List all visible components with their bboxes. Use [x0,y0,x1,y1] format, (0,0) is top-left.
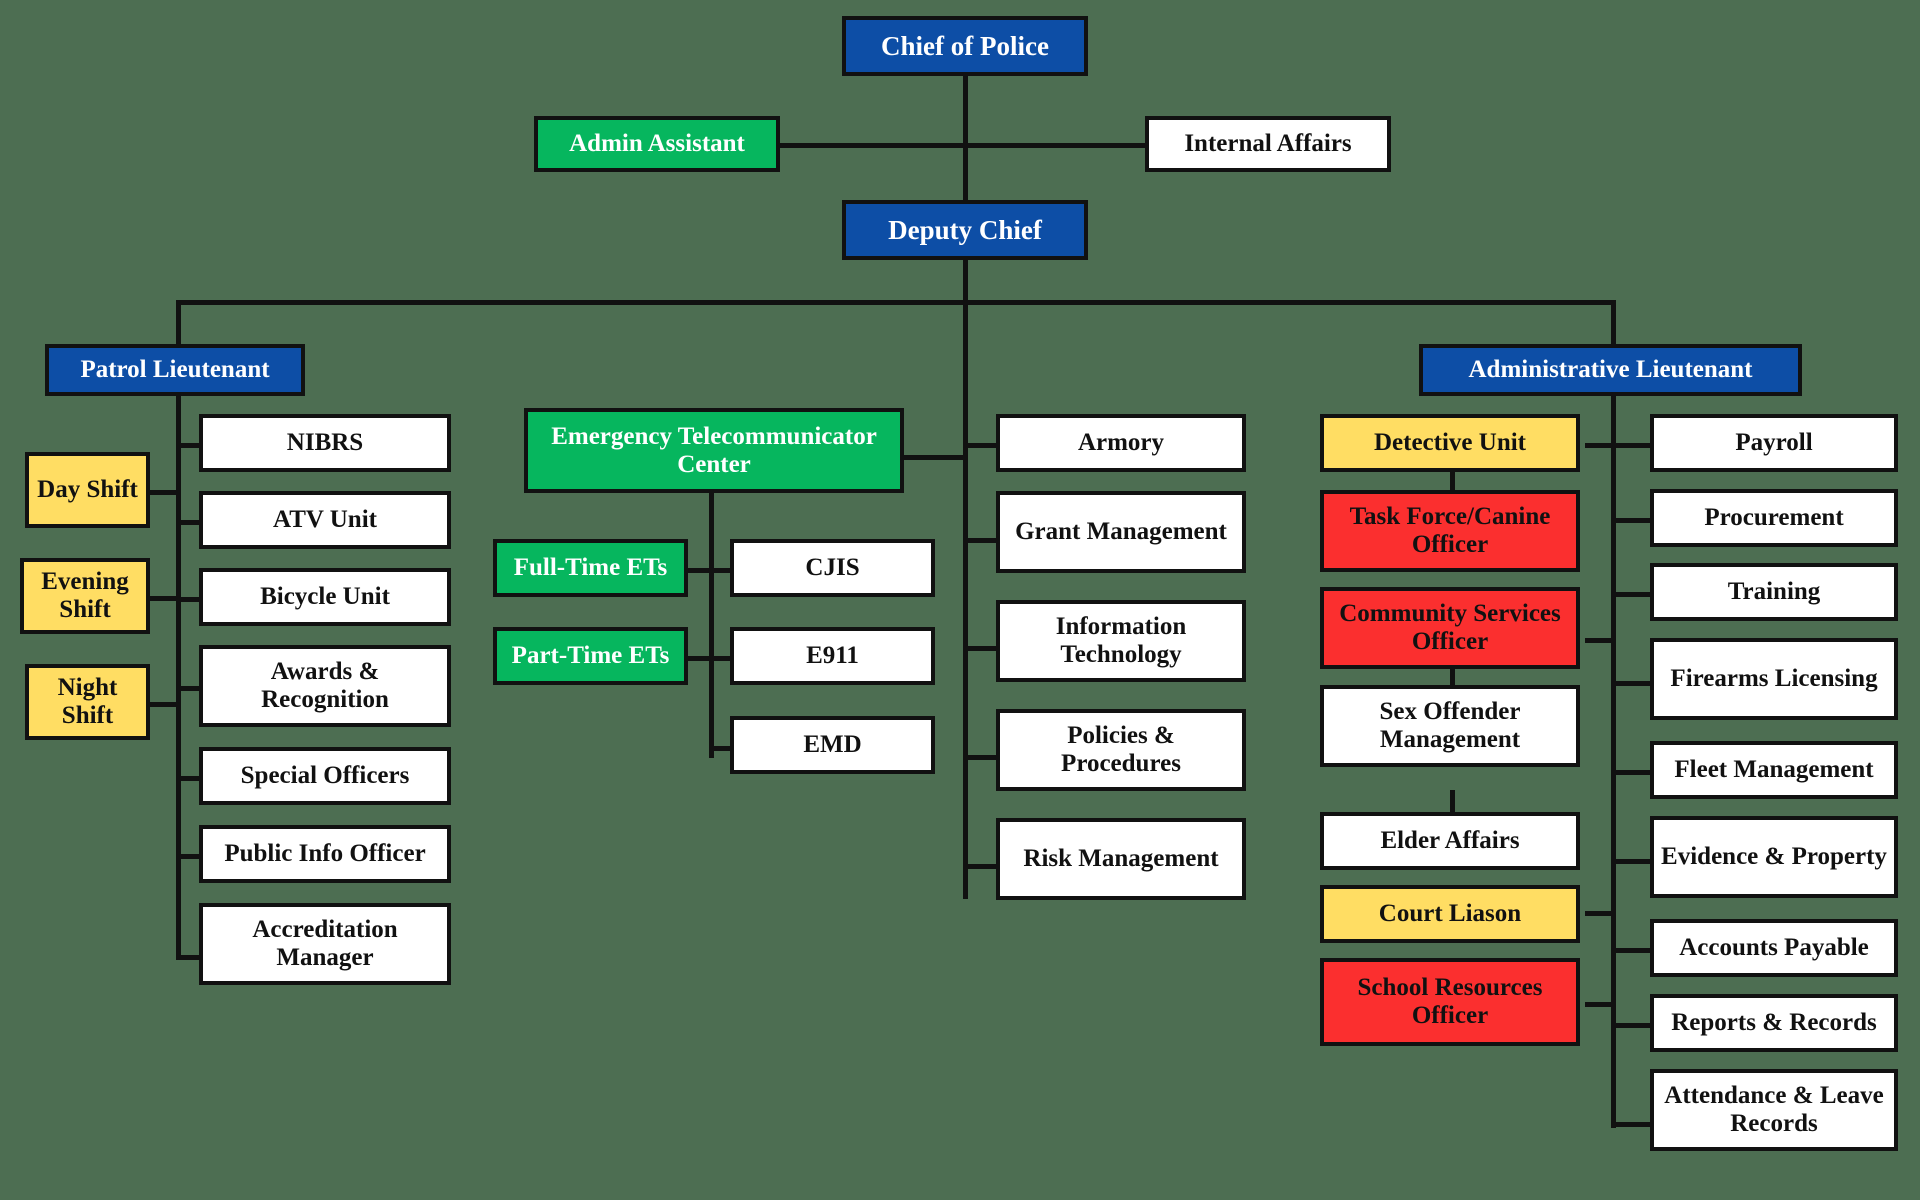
node-internal-affairs[interactable]: Internal Affairs [1145,116,1391,172]
node-court-liason[interactable]: Court Liason [1320,885,1580,943]
node-grant-management[interactable]: Grant Management [996,491,1246,573]
connector-reports-records [1611,1023,1651,1028]
node-reports-records[interactable]: Reports & Records [1650,994,1898,1052]
node-admin-assistant[interactable]: Admin Assistant [534,116,780,172]
node-policies-procedures[interactable]: Policies & Procedures [996,709,1246,791]
connector-cjis [709,568,731,573]
node-fleet-management[interactable]: Fleet Management [1650,741,1898,799]
node-detective-unit[interactable]: Detective Unit [1320,414,1580,472]
connector-day-shift [150,490,180,495]
node-risk-management[interactable]: Risk Management [996,818,1246,900]
node-school-resources-officer[interactable]: School Resources Officer [1320,958,1580,1046]
connector-patrol-drop [176,300,181,344]
node-bicycle-unit[interactable]: Bicycle Unit [199,568,451,626]
node-training[interactable]: Training [1650,563,1898,621]
node-armory[interactable]: Armory [996,414,1246,472]
connector-e911 [709,656,731,661]
node-evidence-property[interactable]: Evidence & Property [1650,816,1898,898]
node-firearms-licensing[interactable]: Firearms Licensing [1650,638,1898,720]
connector-firearms-licensing [1611,681,1651,686]
connector-attendance-leave [1611,1122,1651,1127]
connector-etc-drop [709,492,714,504]
connector-accreditation [176,955,200,960]
node-e911[interactable]: E911 [730,627,935,685]
connector-awards [176,686,200,691]
node-nibrs[interactable]: NIBRS [199,414,451,472]
node-emergency-telecommunicator-center[interactable]: Emergency Telecommunicator Center [524,408,904,493]
connector-admin-spine [1611,388,1616,1128]
connector-grant-management [963,538,997,543]
node-community-services-officer[interactable]: Community Services Officer [1320,587,1580,669]
connector-deputy-trunk [963,214,968,899]
connector-payroll [1611,443,1651,448]
node-patrol-lieutenant[interactable]: Patrol Lieutenant [45,344,305,396]
connector-procurement [1611,518,1651,523]
connector-staff-bar [778,143,1187,148]
node-attendance-leave-records[interactable]: Attendance & Leave Records [1650,1069,1898,1151]
connector-night-shift [150,702,180,707]
connector-fleet-management [1611,770,1651,775]
connector-policies-procedures [963,755,997,760]
node-elder-affairs[interactable]: Elder Affairs [1320,812,1580,870]
node-awards-recognition[interactable]: Awards & Recognition [199,645,451,727]
node-cjis[interactable]: CJIS [730,539,935,597]
node-emd[interactable]: EMD [730,716,935,774]
node-accounts-payable[interactable]: Accounts Payable [1650,919,1898,977]
connector-community-services [1585,638,1615,643]
connector-nibrs [176,443,200,448]
connector-court-liason [1585,911,1615,916]
node-chief-of-police[interactable]: Chief of Police [842,16,1088,76]
connector-etc-spine [709,500,714,758]
connector-special-officers [176,776,200,781]
connector-school-resources [1585,1002,1615,1007]
node-part-time-ets[interactable]: Part-Time ETs [493,627,688,685]
node-sex-offender-management[interactable]: Sex Offender Management [1320,685,1580,767]
node-public-info-officer[interactable]: Public Info Officer [199,825,451,883]
org-chart: Chief of Police Admin Assistant Internal… [0,0,1920,1200]
node-day-shift[interactable]: Day Shift [25,452,150,528]
node-procurement[interactable]: Procurement [1650,489,1898,547]
node-full-time-ets[interactable]: Full-Time ETs [493,539,688,597]
connector-admin-drop [1611,300,1616,344]
node-night-shift[interactable]: Night Shift [25,664,150,740]
connector-emd [709,746,731,751]
connector-training [1611,592,1651,597]
connector-public-info [176,854,200,859]
connector-patrol-spine [176,388,181,960]
connector-atv [176,520,200,525]
connector-information-technology [963,646,997,651]
node-deputy-chief[interactable]: Deputy Chief [842,200,1088,260]
connector-accounts-payable [1611,948,1651,953]
connector-armory [963,443,997,448]
connector-bicycle [176,597,200,602]
node-accreditation-manager[interactable]: Accreditation Manager [199,903,451,985]
connector-evidence-property [1611,859,1651,864]
node-special-officers[interactable]: Special Officers [199,747,451,805]
connector-lieutenant-bar [176,300,1616,305]
node-atv-unit[interactable]: ATV Unit [199,491,451,549]
node-evening-shift[interactable]: Evening Shift [20,558,150,634]
connector-etc-to-trunk [902,455,966,460]
node-task-force-canine-officer[interactable]: Task Force/Canine Officer [1320,490,1580,572]
node-payroll[interactable]: Payroll [1650,414,1898,472]
node-information-technology[interactable]: Information Technology [996,600,1246,682]
connector-risk-management [963,864,997,869]
node-administrative-lieutenant[interactable]: Administrative Lieutenant [1419,344,1802,396]
